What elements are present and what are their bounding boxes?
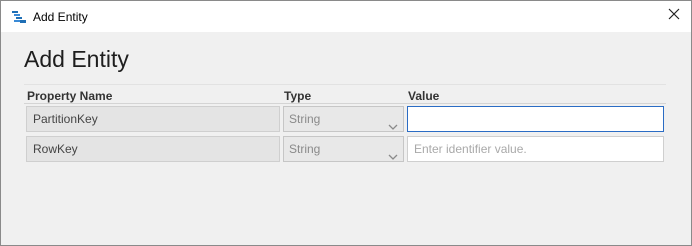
close-icon [668, 7, 680, 25]
type-select-partitionkey[interactable]: String [283, 106, 404, 132]
window-title: Add Entity [33, 10, 88, 24]
property-name-cell-rowkey: RowKey [26, 136, 280, 162]
type-select-value: String [289, 112, 321, 126]
column-header-property-name: Property Name [27, 89, 113, 103]
header-divider [24, 103, 666, 104]
column-header-value: Value [408, 89, 440, 103]
heading-divider [24, 84, 666, 85]
close-button[interactable] [661, 4, 687, 28]
chevron-down-icon [388, 115, 398, 130]
value-input-rowkey[interactable] [407, 136, 664, 162]
value-input-partitionkey[interactable] [407, 106, 664, 132]
property-name-cell-partitionkey: PartitionKey [26, 106, 280, 132]
add-entity-window: Add Entity Add Entity Property Name Type… [0, 0, 692, 246]
column-header-type: Type [284, 89, 312, 103]
type-select-value: String [289, 142, 321, 156]
chevron-down-icon [388, 145, 398, 160]
storage-explorer-icon [11, 9, 27, 25]
type-select-rowkey[interactable]: String [283, 136, 404, 162]
dialog-heading: Add Entity [24, 46, 129, 72]
title-bar: Add Entity [1, 1, 691, 32]
dialog-content: Add Entity Property Name Type Value Part… [1, 32, 691, 245]
